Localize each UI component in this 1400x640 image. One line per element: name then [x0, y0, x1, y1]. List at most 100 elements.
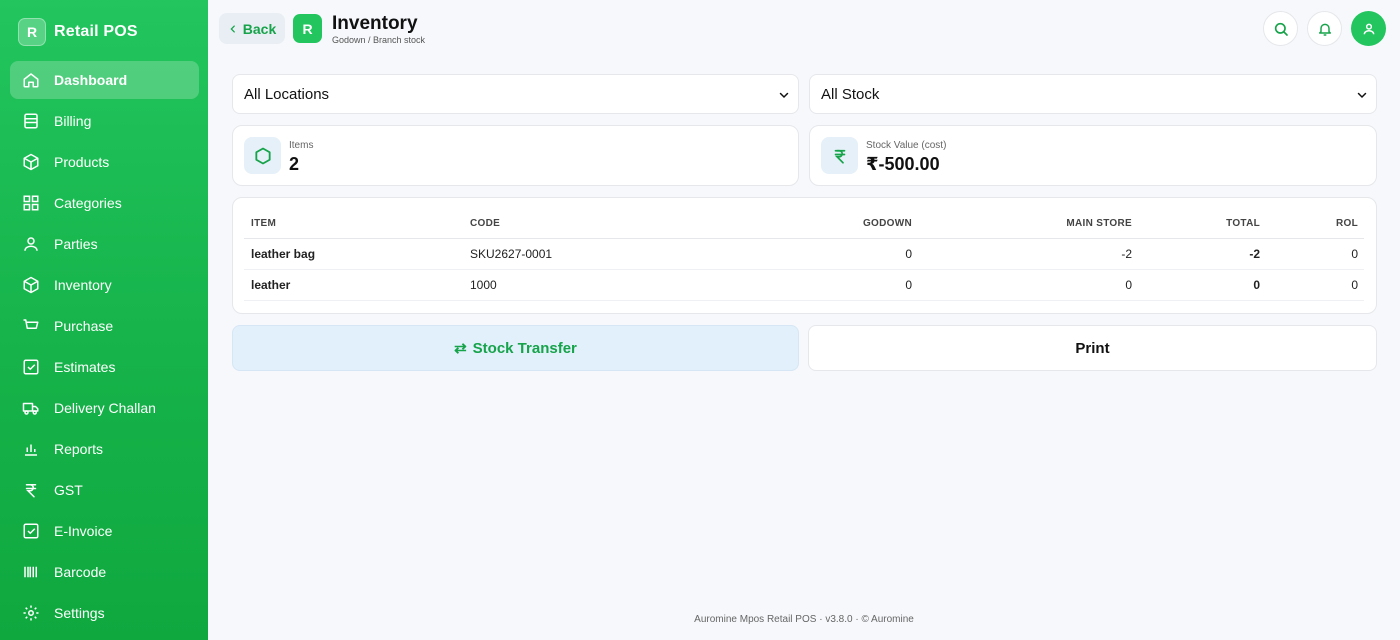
brand[interactable]: R Retail POS	[18, 18, 138, 46]
page-logo: R	[293, 14, 322, 43]
table-row[interactable]: leather bag SKU2627-0001 0 -2 -2 0	[244, 238, 1364, 270]
sidebar-item-parties[interactable]: Parties	[10, 225, 199, 263]
sidebar-item-label: Products	[54, 154, 110, 170]
page-subtitle: Godown / Branch stock	[332, 35, 426, 45]
sidebar-item-label: E-Invoice	[54, 523, 113, 539]
column-header-godown[interactable]: GODOWN	[690, 209, 918, 239]
cell-code: SKU2627-0001	[470, 238, 690, 270]
column-header-code[interactable]: CODE	[470, 209, 690, 239]
cell-main-store: 0	[918, 269, 1138, 301]
cell-godown: 0	[690, 269, 918, 301]
rupee-icon	[834, 149, 845, 164]
cell-total: -2	[1138, 238, 1266, 270]
notifications-button[interactable]	[1307, 11, 1342, 46]
sidebar-item-barcode[interactable]: Barcode	[10, 553, 199, 591]
items-stat-icon-wrap	[244, 137, 281, 174]
user-icon	[24, 237, 38, 251]
chevron-left-icon	[230, 24, 235, 33]
cell-rol: 0	[1266, 269, 1364, 301]
stock-filter-select[interactable]: All Stock	[809, 74, 1377, 114]
user-avatar-button[interactable]	[1351, 11, 1386, 46]
search-button[interactable]	[1263, 11, 1298, 46]
sidebar-item-settings[interactable]: Settings	[10, 594, 199, 632]
chevron-down-icon	[1357, 92, 1367, 99]
invoice-check-icon	[23, 523, 39, 539]
sidebar-item-delivery-challan[interactable]: Delivery Challan	[10, 389, 199, 427]
cell-main-store: -2	[918, 238, 1138, 270]
location-select[interactable]: All Locations	[232, 74, 799, 114]
brand-name: Retail POS	[54, 23, 138, 40]
barcode-icon	[24, 566, 37, 578]
receipt-icon	[24, 113, 38, 129]
sidebar-item-label: Delivery Challan	[54, 400, 156, 416]
sidebar-item-label: Settings	[54, 605, 105, 621]
bar-chart-icon	[25, 444, 37, 456]
back-button-label: Back	[242, 20, 277, 37]
sidebar-item-inventory[interactable]: Inventory	[10, 266, 199, 304]
sidebar-item-label: Parties	[54, 236, 98, 252]
sidebar-item-billing[interactable]: Billing	[10, 102, 199, 140]
cell-code: 1000	[470, 269, 690, 301]
cell-item: leather	[244, 269, 470, 301]
inventory-table-card: ITEM CODE GODOWN MAIN STORE TOTAL ROL le…	[232, 197, 1377, 314]
sidebar-item-categories[interactable]: Categories	[10, 184, 199, 222]
cell-item: leather bag	[244, 238, 470, 270]
sidebar: R Retail POS Dashboard Billing Products …	[0, 0, 208, 640]
grid-icon	[23, 195, 39, 211]
stock-transfer-label: Stock Transfer	[472, 339, 577, 357]
box-icon	[23, 153, 39, 171]
column-header-main-store[interactable]: MAIN STORE	[918, 209, 1138, 239]
cell-godown: 0	[690, 238, 918, 270]
back-button[interactable]: Back	[219, 13, 285, 44]
sidebar-item-gst[interactable]: GST	[10, 471, 199, 509]
sidebar-item-products[interactable]: Products	[10, 143, 199, 181]
sidebar-item-reports[interactable]: Reports	[10, 430, 199, 468]
print-label: Print	[1075, 339, 1110, 357]
print-button[interactable]: Print	[808, 325, 1377, 371]
stock-transfer-button[interactable]: ⇄ Stock Transfer	[232, 325, 799, 371]
home-icon	[23, 73, 39, 88]
stock-value-amount: ₹-500.00	[866, 154, 940, 174]
table-header-row: ITEM CODE GODOWN MAIN STORE TOTAL ROL	[244, 209, 1364, 239]
cell-total: 0	[1138, 269, 1266, 301]
column-header-total[interactable]: TOTAL	[1138, 209, 1266, 239]
column-header-item[interactable]: ITEM	[244, 209, 470, 239]
footer-text: Auromine Mpos Retail POS · v3.8.0 · © Au…	[694, 614, 914, 625]
location-select-value: All Locations	[244, 85, 330, 103]
stock-filter-value: All Stock	[821, 85, 880, 103]
stock-value-icon-wrap	[821, 137, 858, 174]
sidebar-nav: Dashboard Billing Products Categories Pa…	[10, 61, 199, 635]
rupee-icon	[25, 484, 37, 498]
user-icon	[1363, 23, 1374, 34]
checklist-icon	[23, 359, 39, 375]
cart-icon	[23, 319, 39, 329]
sidebar-item-label: Reports	[54, 441, 104, 457]
stock-value-stat-card: Stock Value (cost) ₹-500.00	[809, 125, 1377, 186]
transfer-arrows-icon: ⇄	[454, 340, 467, 357]
sidebar-item-purchase[interactable]: Purchase	[10, 307, 199, 345]
search-icon	[1274, 22, 1288, 36]
sidebar-item-label: Inventory	[54, 277, 112, 293]
items-stat-value: 2	[289, 154, 300, 174]
table-row[interactable]: leather 1000 0 0 0 0	[244, 269, 1364, 301]
package-icon	[23, 276, 39, 294]
bell-icon	[1318, 23, 1331, 36]
sidebar-item-e-invoice[interactable]: E-Invoice	[10, 512, 199, 550]
sidebar-item-dashboard[interactable]: Dashboard	[10, 61, 199, 99]
sidebar-item-label: Estimates	[54, 359, 116, 375]
brand-logo: R	[18, 18, 46, 46]
sidebar-item-label: Purchase	[54, 318, 114, 334]
gear-icon	[23, 605, 39, 621]
items-stat-label: Items	[289, 140, 314, 151]
chevron-down-icon	[779, 92, 789, 99]
items-stat-card: Items 2	[232, 125, 799, 186]
sidebar-item-estimates[interactable]: Estimates	[10, 348, 199, 386]
sidebar-item-label: Barcode	[54, 564, 107, 580]
truck-icon	[22, 402, 39, 415]
column-header-rol[interactable]: ROL	[1266, 209, 1364, 239]
hexagon-icon	[254, 147, 271, 164]
inventory-table: ITEM CODE GODOWN MAIN STORE TOTAL ROL le…	[244, 209, 1364, 301]
page-title: Inventory	[332, 13, 418, 34]
cell-rol: 0	[1266, 238, 1364, 270]
sidebar-item-label: Billing	[54, 113, 92, 129]
